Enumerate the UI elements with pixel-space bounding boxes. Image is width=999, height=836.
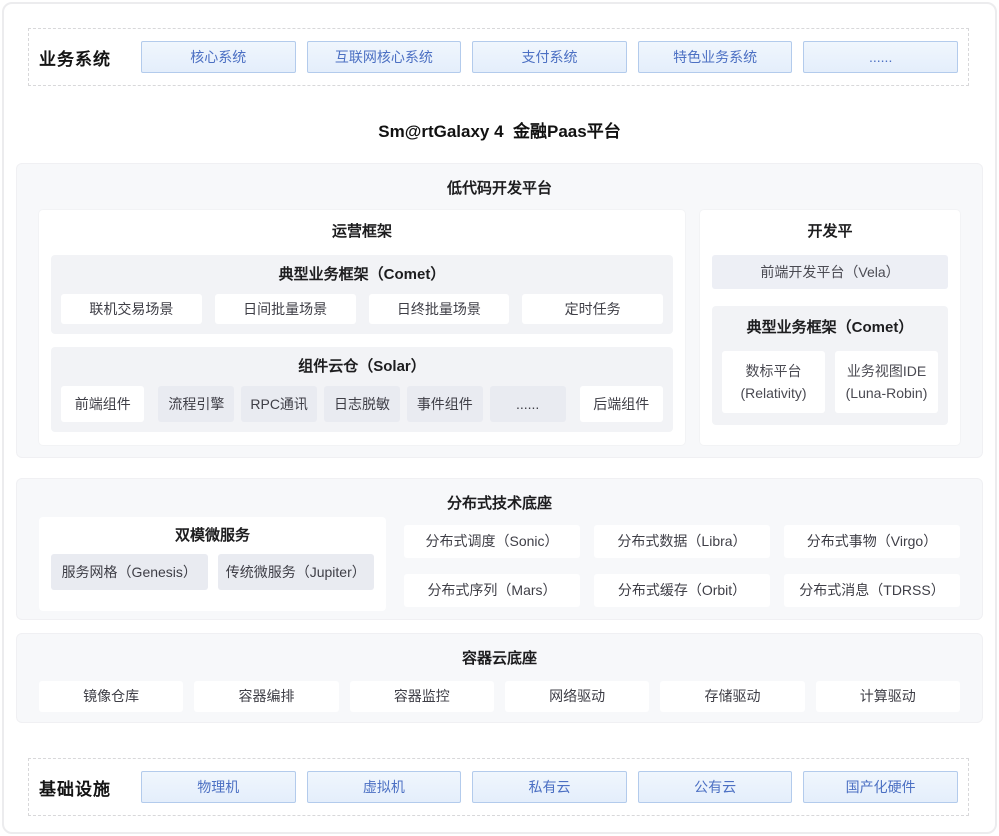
card-relativity-line1: 数标平台	[722, 360, 825, 382]
page-title: Sm@rtGalaxy 4 金融Paas平台	[0, 117, 999, 142]
infrastructure-row: 基础设施 物理机 虚拟机 私有云 公有云 国产化硬件	[28, 758, 969, 816]
lowcode-platform-section: 低代码开发平台 运营框架 典型业务框架（Comet） 联机交易场景 日间批量场景…	[16, 163, 983, 458]
card-image-registry: 镜像仓库	[39, 681, 183, 712]
card-distributed-scheduling-sonic: 分布式调度（Sonic）	[404, 525, 580, 558]
infra-domestic-hardware: 国产化硬件	[803, 771, 958, 803]
business-systems-row: 业务系统 核心系统 互联网核心系统 支付系统 特色业务系统 ......	[28, 28, 969, 86]
typical-business-framework-title: 典型业务框架（Comet）	[51, 255, 673, 294]
dual-mode-microservice-title: 双模微服务	[39, 517, 386, 554]
chip-process-engine: 流程引擎	[158, 386, 234, 422]
business-system-core: 核心系统	[141, 41, 296, 73]
card-distributed-cache-orbit: 分布式缓存（Orbit）	[594, 574, 770, 607]
chip-traditional-microservice-jupiter: 传统微服务（Jupiter）	[218, 554, 375, 590]
dev-typical-business-framework-cards: 数标平台 (Relativity) 业务视图IDE (Luna-Robin)	[722, 351, 938, 413]
lowcode-platform-title: 低代码开发平台	[17, 164, 982, 199]
container-base-cards: 镜像仓库 容器编排 容器监控 网络驱动 存储驱动 计算驱动	[39, 681, 960, 712]
container-base-title: 容器云底座	[17, 634, 982, 669]
card-distributed-message-tdrss: 分布式消息（TDRSS）	[784, 574, 960, 607]
typical-business-framework-cards: 联机交易场景 日间批量场景 日终批量场景 定时任务	[61, 294, 663, 324]
business-system-special: 特色业务系统	[638, 41, 793, 73]
operation-framework-title: 运营框架	[39, 210, 685, 242]
component-cloud-warehouse-title: 组件云仓（Solar）	[51, 347, 673, 386]
card-storage-driver: 存储驱动	[660, 681, 804, 712]
distributed-cards-grid: 分布式调度（Sonic） 分布式数据（Libra） 分布式事物（Virgo） 分…	[404, 517, 960, 611]
card-luna-robin-line1: 业务视图IDE	[835, 360, 938, 382]
card-daytime-batch: 日间批量场景	[215, 294, 356, 324]
infrastructure-buttons: 物理机 虚拟机 私有云 公有云 国产化硬件	[141, 771, 958, 803]
card-online-trading: 联机交易场景	[61, 294, 202, 324]
business-systems-label: 业务系统	[29, 45, 141, 70]
card-eod-batch: 日终批量场景	[369, 294, 510, 324]
card-container-orchestration: 容器编排	[194, 681, 338, 712]
dev-typical-business-framework-box: 典型业务框架（Comet） 数标平台 (Relativity) 业务视图IDE …	[712, 306, 948, 425]
card-distributed-data-libra: 分布式数据（Libra）	[594, 525, 770, 558]
chip-log-masking: 日志脱敏	[324, 386, 400, 422]
chip-service-mesh-genesis: 服务网格（Genesis）	[51, 554, 208, 590]
business-system-more: ......	[803, 41, 958, 73]
infra-private-cloud: 私有云	[472, 771, 627, 803]
dev-platform-panel: 开发平 前端开发平台（Vela） 典型业务框架（Comet） 数标平台 (Rel…	[700, 210, 960, 445]
card-luna-robin-ide: 业务视图IDE (Luna-Robin)	[835, 351, 938, 413]
chip-event-components: 事件组件	[407, 386, 483, 422]
business-system-payment: 支付系统	[472, 41, 627, 73]
card-luna-robin-line2: (Luna-Robin)	[835, 382, 938, 404]
distributed-base-section: 分布式技术底座 双模微服务 服务网格（Genesis） 传统微服务（Jupite…	[16, 478, 983, 620]
card-backend-components: 后端组件	[580, 386, 663, 422]
dual-mode-microservice-items: 服务网格（Genesis） 传统微服务（Jupiter）	[51, 554, 374, 590]
card-distributed-transaction-virgo: 分布式事物（Virgo）	[784, 525, 960, 558]
card-frontend-components: 前端组件	[61, 386, 144, 422]
chip-frontend-dev-platform-vela: 前端开发平台（Vela）	[712, 255, 948, 289]
dev-typical-business-framework-title: 典型业务框架（Comet）	[712, 306, 948, 351]
typical-business-framework-box: 典型业务框架（Comet） 联机交易场景 日间批量场景 日终批量场景 定时任务	[51, 255, 673, 334]
infra-public-cloud: 公有云	[638, 771, 793, 803]
card-compute-driver: 计算驱动	[816, 681, 960, 712]
container-base-section: 容器云底座 镜像仓库 容器编排 容器监控 网络驱动 存储驱动 计算驱动	[16, 633, 983, 723]
infra-physical-machine: 物理机	[141, 771, 296, 803]
dual-mode-microservice-box: 双模微服务 服务网格（Genesis） 传统微服务（Jupiter）	[39, 517, 386, 611]
component-cloud-warehouse-box: 组件云仓（Solar） 前端组件 流程引擎 RPC通讯 日志脱敏 事件组件 ..…	[51, 347, 673, 432]
dev-platform-title: 开发平	[700, 210, 960, 242]
card-container-monitoring: 容器监控	[350, 681, 494, 712]
lowcode-platform-body: 运营框架 典型业务框架（Comet） 联机交易场景 日间批量场景 日终批量场景 …	[17, 199, 982, 445]
card-scheduled-task: 定时任务	[522, 294, 663, 324]
operation-framework-panel: 运营框架 典型业务框架（Comet） 联机交易场景 日间批量场景 日终批量场景 …	[39, 210, 685, 445]
infrastructure-label: 基础设施	[29, 775, 141, 800]
chip-rpc-comm: RPC通讯	[241, 386, 317, 422]
card-network-driver: 网络驱动	[505, 681, 649, 712]
card-distributed-sequence-mars: 分布式序列（Mars）	[404, 574, 580, 607]
infra-virtual-machine: 虚拟机	[307, 771, 462, 803]
distributed-base-title: 分布式技术底座	[17, 479, 982, 514]
business-system-internet-core: 互联网核心系统	[307, 41, 462, 73]
business-systems-buttons: 核心系统 互联网核心系统 支付系统 特色业务系统 ......	[141, 41, 958, 73]
card-relativity-line2: (Relativity)	[722, 382, 825, 404]
distributed-base-body: 双模微服务 服务网格（Genesis） 传统微服务（Jupiter） 分布式调度…	[17, 514, 982, 611]
chip-more-components: ......	[490, 386, 566, 422]
card-relativity-platform: 数标平台 (Relativity)	[722, 351, 825, 413]
component-cloud-warehouse-items: 前端组件 流程引擎 RPC通讯 日志脱敏 事件组件 ...... 后端组件	[61, 386, 663, 422]
